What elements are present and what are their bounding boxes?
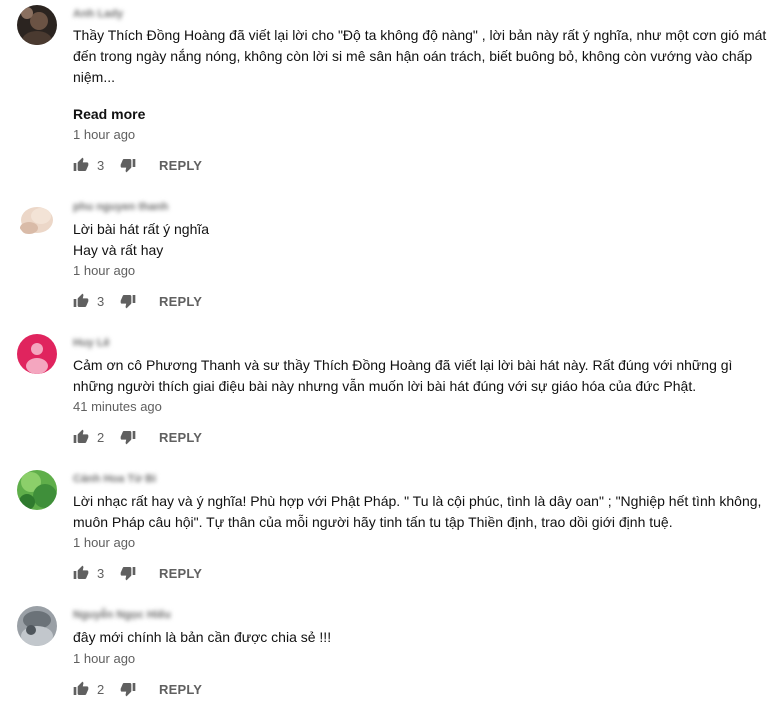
comment-text-line: đây mới chính là bản cần được chia sẻ !!…: [73, 629, 332, 645]
comment-timestamp[interactable]: 1 hour ago: [73, 535, 135, 550]
read-more-link[interactable]: Read more: [73, 106, 145, 122]
thumb-up-icon[interactable]: [72, 564, 90, 582]
comment-timestamp[interactable]: 1 hour ago: [73, 127, 135, 142]
thumb-up-icon[interactable]: [72, 292, 90, 310]
like-count: 2: [97, 681, 105, 697]
comment-text-line: Cảm ơn cô Phương Thanh và sư thầy Thích …: [73, 357, 733, 373]
comment-text-line: đến trong ngày nắng nóng, không còn lời …: [73, 48, 753, 64]
comment-actions: 2 REPLY: [72, 427, 202, 447]
reply-button[interactable]: REPLY: [159, 566, 202, 581]
avatar[interactable]: [17, 606, 57, 646]
like-count: 3: [97, 293, 105, 309]
comment-author[interactable]: Nguyễn Ngọc Hiếu: [73, 609, 171, 621]
comment-actions: 2 REPLY: [72, 679, 202, 699]
comment-author[interactable]: Huy Lê: [73, 337, 110, 349]
thumb-down-icon[interactable]: [119, 680, 137, 698]
like-count: 3: [97, 565, 105, 581]
thumb-down-icon[interactable]: [119, 564, 137, 582]
comment-author[interactable]: phu nguyen thanh: [73, 201, 168, 213]
comment-timestamp[interactable]: 1 hour ago: [73, 651, 135, 666]
thumb-down-icon[interactable]: [119, 292, 137, 310]
comment-actions: 3 REPLY: [72, 155, 202, 175]
avatar[interactable]: [17, 5, 57, 45]
thumb-up-icon[interactable]: [72, 156, 90, 174]
thumb-down-icon[interactable]: [119, 156, 137, 174]
comment-timestamp[interactable]: 41 minutes ago: [73, 399, 162, 414]
comment-author[interactable]: Anh Lady: [73, 8, 123, 20]
comment-text: đây mới chính là bản cần được chia sẻ !!…: [73, 627, 763, 648]
comment-timestamp[interactable]: 1 hour ago: [73, 263, 135, 278]
comment-actions: 3 REPLY: [72, 291, 202, 311]
comment-text: Thầy Thích Đồng Hoàng đã viết lại lời ch…: [73, 25, 767, 88]
comment-text-line: Lời nhạc rất hay và ý nghĩa! Phù hợp với…: [73, 493, 762, 509]
reply-button[interactable]: REPLY: [159, 294, 202, 309]
thumb-up-icon[interactable]: [72, 428, 90, 446]
comment-text-line: Thầy Thích Đồng Hoàng đã viết lại lời ch…: [73, 27, 767, 43]
reply-button[interactable]: REPLY: [159, 430, 202, 445]
comment-text: Lời bài hát rất ý nghĩa Hay và rất hay: [73, 219, 763, 261]
comment-text-line: Lời bài hát rất ý nghĩa: [73, 221, 210, 237]
comment-text-line: niệm...: [73, 69, 116, 85]
comment-text: Lời nhạc rất hay và ý nghĩa! Phù hợp với…: [73, 491, 763, 533]
reply-button[interactable]: REPLY: [159, 682, 202, 697]
like-count: 2: [97, 429, 105, 445]
comment-text: Cảm ơn cô Phương Thanh và sư thầy Thích …: [73, 355, 763, 397]
comment-actions: 3 REPLY: [72, 563, 202, 583]
comment-text-line: những người thích giai điệu bài này nhưn…: [73, 378, 697, 394]
comment-author[interactable]: Cánh Hoa Từ Bi: [73, 473, 156, 485]
like-count: 3: [97, 157, 105, 173]
comment-text-line: muôn Pháp câu hội". Tự thân của mỗi ngườ…: [73, 514, 673, 530]
thumb-down-icon[interactable]: [119, 428, 137, 446]
thumb-up-icon[interactable]: [72, 680, 90, 698]
avatar[interactable]: [17, 198, 57, 238]
avatar[interactable]: [17, 470, 57, 510]
reply-button[interactable]: REPLY: [159, 158, 202, 173]
avatar[interactable]: [17, 334, 57, 374]
comment-text-line: Hay và rất hay: [73, 242, 164, 258]
